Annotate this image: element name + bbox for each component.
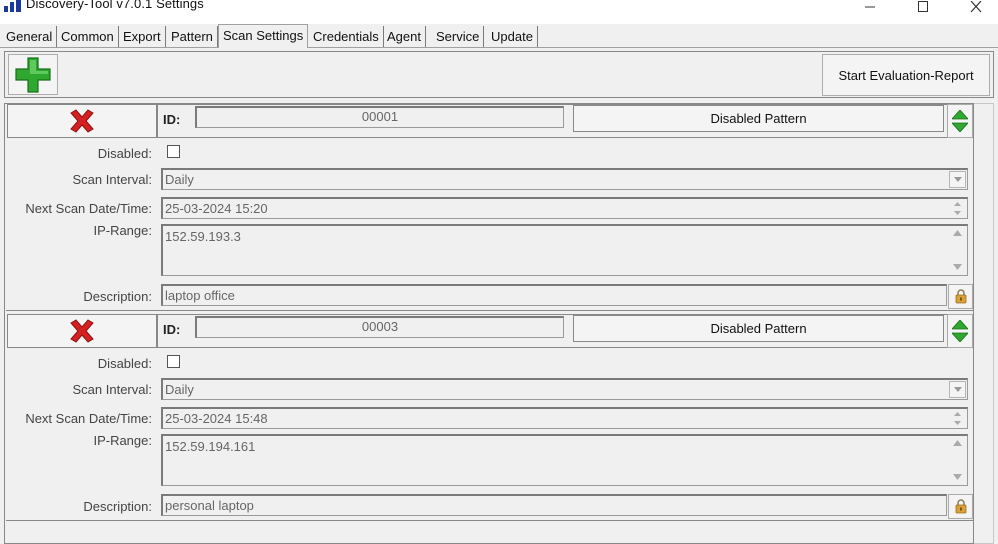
- tab-update[interactable]: Update: [487, 26, 538, 47]
- description-value: personal laptop: [165, 498, 254, 513]
- spin-up-icon: [954, 202, 961, 207]
- scroll-up-icon: [952, 230, 962, 236]
- ip-range-value: 152.59.193.3: [165, 229, 241, 244]
- next-scan-datetime[interactable]: 25-03-2024 15:20: [161, 197, 968, 219]
- datetime-spinner[interactable]: [949, 410, 966, 427]
- delete-entry-button[interactable]: [7, 104, 157, 138]
- green-plus-icon: [15, 56, 51, 93]
- lock-icon: [955, 499, 966, 514]
- tab-export[interactable]: Export: [119, 26, 166, 47]
- delete-entry-button[interactable]: [7, 314, 157, 348]
- chevron-down-icon: [953, 387, 962, 392]
- id-field: 00003: [195, 316, 564, 338]
- next-scan-value: 25-03-2024 15:20: [165, 201, 268, 216]
- ip-range-label: IP-Range:: [93, 223, 152, 238]
- start-evaluation-report-button[interactable]: Start Evaluation-Report: [822, 54, 990, 96]
- scan-interval-select[interactable]: Daily: [161, 168, 968, 190]
- tab-pattern[interactable]: Pattern: [167, 26, 218, 47]
- window-title: Discovery-Tool v7.0.1 Settings: [26, 0, 204, 11]
- description-input[interactable]: personal laptop: [161, 494, 947, 516]
- maximize-icon: [918, 1, 928, 12]
- add-entry-button[interactable]: [8, 54, 58, 95]
- dropdown-button[interactable]: [949, 381, 966, 398]
- description-value: laptop office: [165, 288, 235, 303]
- disabled-checkbox[interactable]: [167, 145, 180, 158]
- list-scrollbar[interactable]: [974, 103, 994, 544]
- id-label: ID:: [163, 112, 181, 127]
- red-x-icon: [70, 319, 94, 343]
- ip-range-textarea[interactable]: 152.59.193.3: [161, 224, 968, 276]
- tab-general[interactable]: General: [2, 26, 58, 47]
- move-down-icon: [952, 122, 968, 132]
- scroll-down-icon: [952, 264, 962, 270]
- ip-range-value: 152.59.194.161: [165, 439, 256, 454]
- description-label: Description:: [83, 499, 152, 514]
- lock-button[interactable]: [948, 284, 973, 309]
- close-button[interactable]: [953, 0, 998, 14]
- dropdown-button[interactable]: [949, 171, 966, 188]
- scan-interval-value: Daily: [165, 172, 194, 187]
- scan-interval-label: Scan Interval:: [72, 382, 153, 397]
- id-label: ID:: [163, 322, 181, 337]
- pattern-select-button[interactable]: Disabled Pattern: [573, 105, 944, 132]
- app-logo-icon: [4, 0, 22, 12]
- tab-agent[interactable]: Agent: [383, 26, 426, 47]
- next-scan-value: 25-03-2024 15:48: [165, 411, 268, 426]
- textarea-scrollbar[interactable]: [947, 436, 967, 484]
- next-scan-label: Next Scan Date/Time:: [25, 201, 152, 216]
- spin-down-icon: [954, 210, 961, 215]
- spin-up-icon: [954, 412, 961, 417]
- title-bar: Discovery-Tool v7.0.1 Settings: [0, 0, 998, 22]
- pattern-select-button[interactable]: Disabled Pattern: [573, 315, 944, 342]
- scan-entry-list: ID: 00001 Disabled Pattern Disabled: Sca…: [4, 103, 974, 544]
- spin-down-icon: [954, 420, 961, 425]
- scan-entry: ID: 00003 Disabled Pattern Disabled: Sca…: [6, 314, 973, 521]
- description-label: Description:: [83, 289, 152, 304]
- scroll-up-icon: [952, 440, 962, 446]
- move-up-icon: [952, 110, 968, 120]
- scroll-down-icon: [952, 474, 962, 480]
- reorder-arrows[interactable]: [947, 314, 973, 348]
- ip-range-textarea[interactable]: 152.59.194.161: [161, 434, 968, 486]
- move-down-icon: [952, 332, 968, 342]
- tab-scan-settings[interactable]: Scan Settings: [218, 24, 309, 48]
- reorder-arrows[interactable]: [947, 104, 973, 138]
- minimize-icon: [865, 6, 875, 8]
- disabled-label: Disabled:: [97, 356, 152, 371]
- description-input[interactable]: laptop office: [161, 284, 947, 306]
- scan-interval-label: Scan Interval:: [72, 172, 153, 187]
- lock-icon: [955, 289, 966, 304]
- id-field: 00001: [195, 106, 564, 128]
- tab-service[interactable]: Service: [432, 26, 485, 47]
- scan-settings-panel: Start Evaluation-Report ID: 00001 Disabl…: [0, 48, 998, 544]
- scan-interval-select[interactable]: Daily: [161, 378, 968, 400]
- minimize-button[interactable]: [847, 0, 893, 14]
- datetime-spinner[interactable]: [949, 200, 966, 217]
- tab-credentials[interactable]: Credentials: [309, 26, 384, 47]
- maximize-button[interactable]: [900, 0, 946, 14]
- textarea-scrollbar[interactable]: [947, 226, 967, 274]
- disabled-checkbox[interactable]: [167, 355, 180, 368]
- chevron-down-icon: [953, 177, 962, 182]
- lock-button[interactable]: [948, 494, 973, 519]
- ip-range-label: IP-Range:: [93, 433, 152, 448]
- tab-strip: General Common Export Pattern Scan Setti…: [0, 24, 998, 48]
- scan-entry: ID: 00001 Disabled Pattern Disabled: Sca…: [6, 104, 973, 311]
- disabled-label: Disabled:: [97, 146, 152, 161]
- next-scan-datetime[interactable]: 25-03-2024 15:48: [161, 407, 968, 429]
- close-icon: [970, 1, 982, 13]
- tab-common[interactable]: Common: [57, 26, 119, 47]
- move-up-icon: [952, 320, 968, 330]
- red-x-icon: [70, 109, 94, 133]
- scan-interval-value: Daily: [165, 382, 194, 397]
- toolbar: Start Evaluation-Report: [4, 51, 994, 98]
- next-scan-label: Next Scan Date/Time:: [25, 411, 152, 426]
